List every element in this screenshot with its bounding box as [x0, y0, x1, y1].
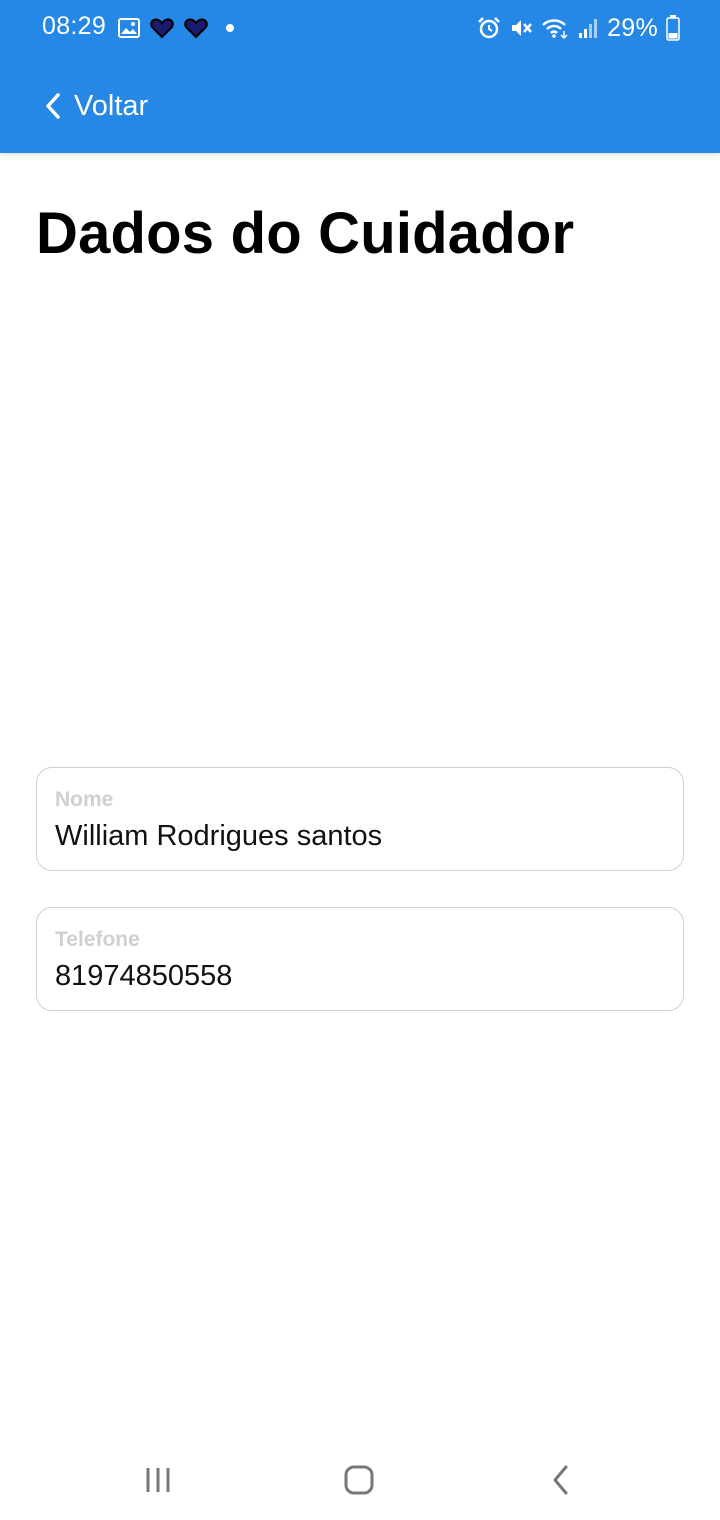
phone-field[interactable]: Telefone 81974850558 — [36, 907, 684, 1011]
back-icon — [550, 1464, 572, 1496]
recent-apps-button[interactable] — [128, 1458, 188, 1502]
home-button[interactable] — [329, 1458, 389, 1502]
mute-icon — [509, 16, 533, 40]
name-field-label: Nome — [55, 788, 114, 811]
dot-icon — [218, 18, 238, 38]
wifi-icon — [541, 16, 569, 40]
phone-field-label: Telefone — [55, 928, 140, 951]
gallery-icon — [118, 18, 140, 38]
signal-icon — [577, 16, 599, 40]
name-field-value[interactable]: William Rodrigues santos — [55, 820, 382, 853]
heart-icon — [150, 17, 174, 39]
nav-back-button[interactable] — [531, 1458, 591, 1502]
back-label: Voltar — [74, 89, 149, 122]
heart-icon — [184, 17, 208, 39]
battery-icon — [666, 15, 680, 41]
status-bar: 08:29 29% — [0, 0, 720, 56]
chevron-left-icon — [44, 92, 62, 120]
phone-field-value[interactable]: 81974850558 — [55, 960, 232, 993]
alarm-icon — [477, 16, 501, 40]
app-header: 08:29 29% Voltar — [0, 0, 720, 153]
status-right: 29% — [477, 12, 680, 44]
name-field[interactable]: Nome William Rodrigues santos — [36, 767, 684, 871]
page-title: Dados do Cuidador — [36, 201, 575, 266]
system-nav-bar — [0, 1440, 720, 1520]
status-time: 08:29 — [42, 12, 107, 40]
home-icon — [343, 1464, 375, 1496]
battery-percent: 29% — [607, 13, 658, 42]
back-button[interactable]: Voltar — [44, 84, 148, 128]
notification-icons — [118, 14, 238, 42]
recent-apps-icon — [143, 1466, 173, 1494]
